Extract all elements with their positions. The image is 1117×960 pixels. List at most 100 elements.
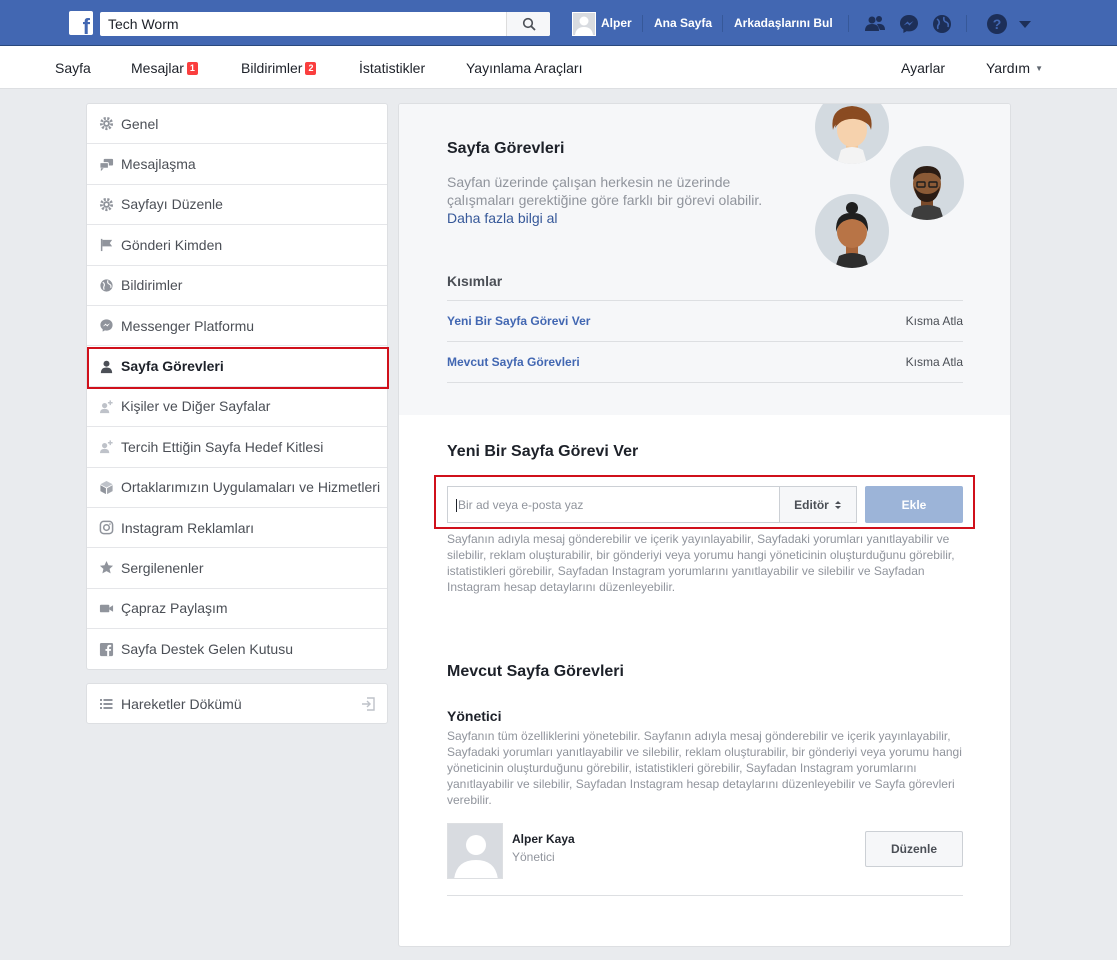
search-icon — [522, 17, 536, 31]
tab-label: İstatistikler — [359, 60, 426, 76]
person-add-icon — [98, 439, 114, 455]
menu-item-label: Genel — [121, 115, 159, 132]
page-navigation-bar: Sayfa Mesajlar 1 Bildirimler 2 İstatistikl… — [0, 46, 1117, 89]
settings-menu: Genel Mesajlaşma Sayfayı Düzenle Gönderi… — [86, 103, 388, 671]
video-icon — [98, 600, 114, 616]
tab-label: Mesajlar — [131, 60, 184, 76]
section-link-assign[interactable]: Yeni Bir Sayfa Görevi Ver — [447, 314, 590, 328]
page-roles-description: Sayfan üzerinde çalışan herkesin ne üzer… — [447, 174, 763, 208]
notifications-count-badge: 2 — [305, 61, 317, 75]
menu-item-label: Hareketler Dökümü — [121, 695, 242, 712]
menu-item-label: Tercih Ettiğin Sayfa Hedef Kitlesi — [121, 438, 324, 455]
menu-item-people-and-pages[interactable]: Kişiler ve Diğer Sayfalar — [87, 387, 387, 428]
messenger-icon — [98, 318, 114, 334]
section-row: Mevcut Sayfa Görevleri Kısma Atla — [447, 341, 963, 382]
tab-notifications[interactable]: Bildirimler 2 — [241, 60, 317, 76]
tab-settings[interactable]: Ayarlar — [901, 60, 945, 76]
menu-item-label: Çapraz Paylaşım — [121, 600, 228, 617]
page-roles-header: Sayfa Görevleri Sayfan üzerinde çalışan … — [399, 104, 1010, 415]
tab-publishing-tools[interactable]: Yayınlama Araçları — [466, 60, 582, 76]
name-or-email-input[interactable]: Bir ad veya e-posta yaz — [447, 486, 780, 523]
cube-icon — [98, 479, 114, 495]
role-select-value: Editör — [794, 497, 829, 512]
add-button[interactable]: Ekle — [865, 486, 963, 523]
menu-item-messaging[interactable]: Mesajlaşma — [87, 144, 387, 185]
menu-item-label: Sergilenenler — [121, 559, 204, 576]
tab-label: Yardım — [986, 60, 1031, 76]
section-link-existing[interactable]: Mevcut Sayfa Görevleri — [447, 355, 580, 369]
input-placeholder: Bir ad veya e-posta yaz — [458, 498, 584, 512]
gear-icon — [98, 196, 114, 212]
page-roles-panel: Sayfa Görevleri Sayfan üzerinde çalışan … — [398, 103, 1011, 947]
up-down-arrows-icon — [834, 500, 841, 509]
help-icon[interactable]: ? — [986, 13, 1008, 35]
search-button[interactable] — [506, 12, 550, 36]
section-row: Yeni Bir Sayfa Görevi Ver Kısma Atla — [447, 300, 963, 341]
illustration-bearded-man-icon — [890, 146, 964, 220]
tab-insights[interactable]: İstatistikler — [359, 60, 425, 76]
user-profile-picture[interactable] — [447, 823, 503, 879]
menu-item-notifications[interactable]: Bildirimler — [87, 266, 387, 306]
divider — [966, 15, 967, 32]
facebook-icon — [98, 641, 114, 657]
home-link[interactable]: Ana Sayfa — [654, 16, 712, 30]
illustration-woman-icon — [815, 104, 889, 164]
person-icon — [98, 358, 114, 374]
user-name-link[interactable]: Alper Kaya — [512, 832, 575, 846]
messenger-icon[interactable] — [898, 13, 920, 35]
menu-item-label: Sayfa Görevleri — [121, 358, 224, 375]
menu-item-messenger-platform[interactable]: Messenger Platformu — [87, 306, 387, 347]
divider — [642, 15, 643, 32]
menu-item-featured[interactable]: Sergilenenler — [87, 548, 387, 589]
role-description: Sayfanın adıyla mesaj gönderebilir ve iç… — [447, 532, 955, 594]
skip-to-section-link[interactable]: Kısma Atla — [906, 314, 963, 328]
activity-log-link[interactable]: Hareketler Dökümü — [86, 683, 388, 724]
tab-label: Sayfa — [55, 60, 91, 76]
menu-item-label: Gönderi Kimden — [121, 236, 223, 253]
role-select[interactable]: Editör — [779, 486, 857, 523]
user-avatar[interactable] — [572, 12, 596, 36]
menu-item-crossposting[interactable]: Çapraz Paylaşım — [87, 589, 387, 630]
menu-item-label: Sayfayı Düzenle — [121, 196, 223, 213]
gear-icon — [98, 116, 114, 132]
menu-item-label: Bildirimler — [121, 277, 183, 294]
facebook-logo-icon[interactable]: f — [69, 11, 93, 38]
help-dropdown[interactable]: Yardım ▼ — [986, 60, 1043, 76]
menu-item-instagram-ads[interactable]: Instagram Reklamları — [87, 508, 387, 549]
tab-page[interactable]: Sayfa — [55, 60, 91, 76]
search-input[interactable]: Tech Worm — [100, 12, 506, 36]
menu-item-posting-as[interactable]: Gönderi Kimden — [87, 225, 387, 266]
menu-item-label: Instagram Reklamları — [121, 519, 255, 536]
profile-link[interactable]: Alper — [601, 16, 632, 30]
skip-to-section-link[interactable]: Kısma Atla — [906, 355, 963, 369]
flag-icon — [98, 237, 114, 253]
menu-item-edit-page[interactable]: Sayfayı Düzenle — [87, 185, 387, 226]
star-icon — [98, 560, 114, 576]
edit-button[interactable]: Düzenle — [865, 831, 963, 867]
admin-role-label: Yönetici — [447, 708, 502, 724]
search-bar: Tech Worm — [100, 12, 550, 36]
text-cursor — [456, 499, 457, 513]
person-add-icon — [98, 398, 114, 414]
friend-requests-icon[interactable] — [864, 13, 886, 35]
page-title: Sayfa Görevleri — [447, 140, 565, 157]
divider — [722, 15, 723, 32]
chevron-down-icon[interactable] — [1014, 13, 1036, 35]
chat-icon — [98, 156, 114, 172]
menu-item-page-roles[interactable]: Sayfa Görevleri — [87, 346, 387, 387]
menu-item-partner-apps[interactable]: Ortaklarımızın Uygulamaları ve Hizmetler… — [87, 468, 387, 508]
divider — [447, 382, 963, 383]
menu-item-preferred-audience[interactable]: Tercih Ettiğin Sayfa Hedef Kitlesi — [87, 427, 387, 468]
menu-item-general[interactable]: Genel — [87, 104, 387, 145]
tab-messages[interactable]: Mesajlar 1 — [131, 60, 198, 76]
profile-silhouette-icon — [454, 835, 498, 878]
find-friends-link[interactable]: Arkadaşlarını Bul — [734, 16, 833, 30]
admin-role-description: Sayfanın tüm özelliklerini yönetebilir. … — [447, 729, 962, 807]
assign-role-title: Yeni Bir Sayfa Görevi Ver — [447, 443, 639, 460]
learn-more-link[interactable]: Daha fazla bilgi al — [447, 210, 558, 226]
menu-item-label: Sayfa Destek Gelen Kutusu — [121, 641, 293, 658]
menu-item-support-inbox[interactable]: Sayfa Destek Gelen Kutusu — [87, 629, 387, 669]
existing-roles-title: Mevcut Sayfa Görevleri — [447, 663, 624, 680]
notifications-globe-icon[interactable] — [931, 13, 953, 35]
user-role-label: Yönetici — [512, 850, 555, 864]
